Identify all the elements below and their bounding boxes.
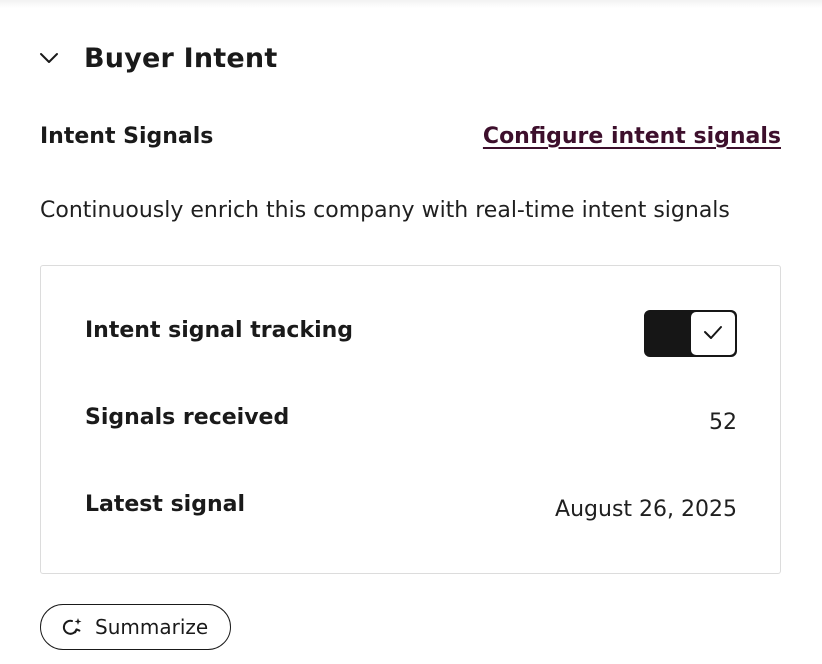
summarize-button[interactable]: Summarize [40, 604, 232, 650]
chevron-down-icon[interactable] [38, 47, 60, 69]
configure-intent-signals-link[interactable]: Configure intent signals [483, 124, 781, 149]
intent-tracking-row: Intent signal tracking [85, 310, 737, 357]
signals-received-row: Signals received 52 [85, 400, 737, 435]
latest-signal-value: August 26, 2025 [555, 497, 737, 522]
top-divider-shadow [0, 0, 822, 8]
signals-received-label: Signals received [85, 405, 290, 430]
intent-signals-description: Continuously enrich this company with re… [40, 198, 730, 223]
intent-signals-title: Intent Signals [40, 124, 214, 149]
section-title: Buyer Intent [84, 42, 278, 74]
intent-signals-subheader: Intent Signals Configure intent signals [40, 124, 781, 149]
intent-tracking-label: Intent signal tracking [85, 318, 354, 343]
buyer-intent-header[interactable]: Buyer Intent [38, 38, 277, 78]
signals-received-value: 52 [709, 410, 737, 435]
checkmark-icon [703, 324, 723, 344]
latest-signal-row: Latest signal August 26, 2025 [85, 487, 737, 522]
summarize-label: Summarize [95, 615, 209, 639]
latest-signal-label: Latest signal [85, 492, 246, 517]
toggle-knob [691, 312, 735, 355]
intent-details-card: Intent signal tracking Signals received … [40, 265, 781, 574]
ai-sparkle-refresh-icon [61, 616, 83, 638]
intent-tracking-toggle[interactable] [644, 310, 737, 357]
